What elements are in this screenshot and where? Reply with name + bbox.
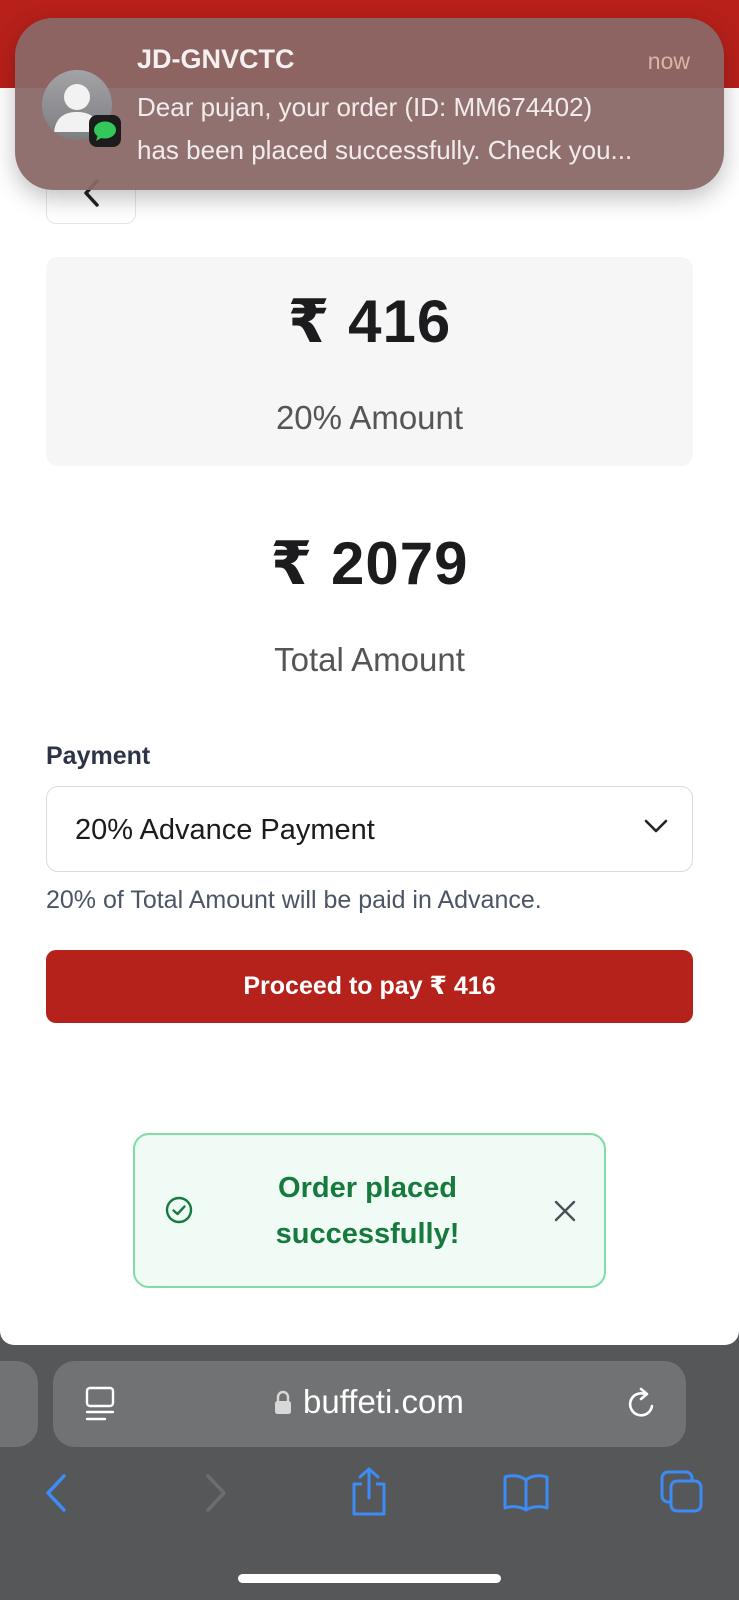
reload-icon[interactable] [626, 1385, 658, 1421]
forward-arrow-icon[interactable] [202, 1470, 230, 1516]
proceed-to-pay-button[interactable]: Proceed to pay ₹ 416 [46, 950, 693, 1023]
share-icon[interactable] [349, 1466, 389, 1518]
reader-icon[interactable] [85, 1386, 115, 1422]
check-circle-icon [165, 1196, 193, 1224]
notification-sender: JD-GNVCTC [137, 44, 295, 74]
bookmarks-icon[interactable] [502, 1472, 550, 1512]
payment-label: Payment [46, 742, 151, 770]
total-amount: ₹ 2079 [270, 530, 469, 597]
home-indicator[interactable] [238, 1574, 501, 1583]
sms-notification-banner[interactable]: JD-GNVCTC now Dear pujan, your order (ID… [15, 18, 724, 190]
chevron-down-icon [644, 819, 668, 833]
notification-body: Dear pujan, your order (ID: MM674402) ha… [137, 86, 692, 172]
close-icon[interactable] [553, 1199, 577, 1223]
advance-amount: ₹ 416 [287, 288, 452, 355]
payment-select-value: 20% Advance Payment [75, 814, 375, 846]
back-arrow-icon[interactable] [42, 1470, 70, 1516]
notification-line-1: Dear pujan, your order (ID: MM674402) [137, 92, 593, 122]
success-toast: Order placed successfully! [133, 1133, 606, 1288]
advance-amount-card: ₹ 416 20% Amount [46, 257, 693, 466]
notification-line-2: has been placed successfully. Check you.… [137, 135, 633, 165]
advance-amount-label: 20% Amount [275, 399, 464, 436]
address-bar[interactable]: buffeti.com [53, 1361, 686, 1447]
previous-tab-peek[interactable] [0, 1361, 38, 1447]
total-amount-label: Total Amount [274, 641, 465, 678]
toast-message: Order placed successfully! [275, 1172, 460, 1250]
url-text: buffeti.com [303, 1383, 464, 1420]
payment-hint: 20% of Total Amount will be paid in Adva… [46, 886, 542, 914]
lock-icon [275, 1390, 291, 1414]
payment-select[interactable]: 20% Advance Payment [46, 786, 693, 872]
notification-time: now [647, 48, 690, 74]
message-bubble-icon [94, 121, 116, 141]
tabs-icon[interactable] [659, 1469, 705, 1515]
messages-app-badge [89, 115, 121, 147]
